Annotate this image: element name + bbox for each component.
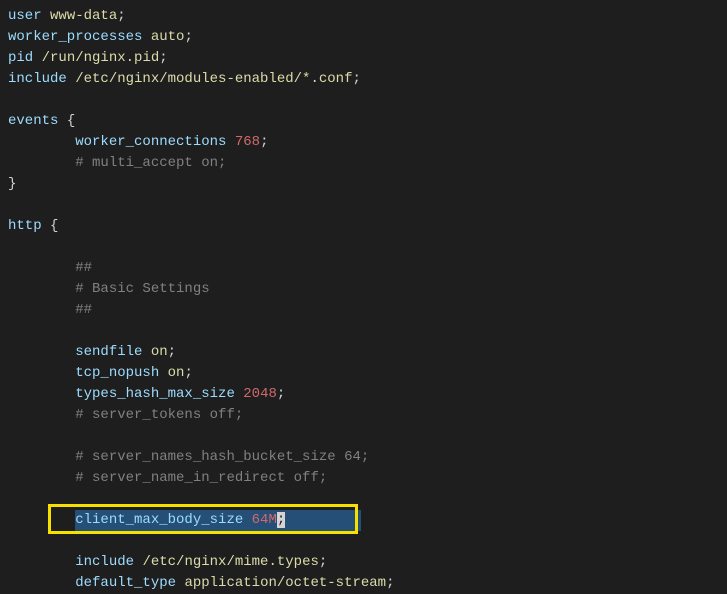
code-editor[interactable]: user www-data;worker_processes auto;pid … [8,6,719,594]
code-line[interactable]: client_max_body_size 64M; [8,510,719,531]
code-line[interactable]: # server_tokens off; [8,405,719,426]
code-line[interactable]: sendfile on; [8,342,719,363]
token-keyword: types_hash_max_size [75,386,235,402]
code-line[interactable] [8,531,719,552]
token-keyword: events [8,113,58,129]
code-line[interactable]: default_type application/octet-stream; [8,573,719,594]
code-line[interactable]: # server_names_hash_bucket_size 64; [8,447,719,468]
code-line[interactable]: types_hash_max_size 2048; [8,384,719,405]
code-line[interactable]: tcp_nopush on; [8,363,719,384]
code-line[interactable]: events { [8,111,719,132]
token-keyword: user [8,8,42,24]
token-brace: { [50,218,58,234]
code-line[interactable]: # server_name_in_redirect off; [8,468,719,489]
code-line[interactable]: include /etc/nginx/modules-enabled/*.con… [8,69,719,90]
token-punct: ; [184,29,192,45]
token-keyword: client_max_body_size [75,512,243,528]
token-number: 768 [235,134,260,150]
token-punct: ; [168,344,176,360]
code-line[interactable]: # multi_accept on; [8,153,719,174]
code-line[interactable] [8,237,719,258]
token-value: on [151,344,168,360]
token-comment: # server_tokens off; [75,407,243,423]
token-keyword: default_type [75,575,176,591]
token-number: 64M [252,512,277,528]
token-punct: ; [117,8,125,24]
token-punct: ; [184,365,192,381]
highlighted-directive[interactable]: client_max_body_size 64M; [75,510,361,531]
code-line[interactable]: worker_processes auto; [8,27,719,48]
token-value: auto [151,29,185,45]
token-punct: ; [159,50,167,66]
token-comment: # Basic Settings [75,281,209,297]
token-comment: ## [75,302,92,318]
token-keyword: http [8,218,42,234]
token-keyword: tcp_nopush [75,365,159,381]
token-comment: ## [75,260,92,276]
token-keyword: worker_processes [8,29,142,45]
token-value: /run/nginx.pid [42,50,160,66]
token-value: on [168,365,185,381]
token-brace: } [8,176,16,192]
token-brace: { [67,113,75,129]
token-value: www-data [50,8,117,24]
code-line[interactable]: } [8,174,719,195]
token-keyword: include [8,71,67,87]
token-punct: ; [277,386,285,402]
token-punct: ; [260,134,268,150]
code-line[interactable]: ## [8,300,719,321]
token-value: application/octet-stream [184,575,386,591]
token-punct: ; [352,71,360,87]
token-number: 2048 [243,386,277,402]
code-line[interactable]: http { [8,216,719,237]
token-punct: ; [319,554,327,570]
code-line[interactable] [8,489,719,510]
token-comment: # multi_accept on; [75,155,226,171]
token-comment: # server_name_in_redirect off; [75,470,327,486]
code-line[interactable] [8,195,719,216]
token-keyword: include [75,554,134,570]
code-line[interactable] [8,321,719,342]
code-line[interactable]: worker_connections 768; [8,132,719,153]
code-line[interactable] [8,90,719,111]
token-punct: ; [386,575,394,591]
token-value: /etc/nginx/mime.types [142,554,318,570]
code-line[interactable]: pid /run/nginx.pid; [8,48,719,69]
token-keyword: pid [8,50,33,66]
token-keyword: worker_connections [75,134,226,150]
code-line[interactable] [8,426,719,447]
code-line[interactable]: include /etc/nginx/mime.types; [8,552,719,573]
code-line[interactable]: # Basic Settings [8,279,719,300]
token-comment: # server_names_hash_bucket_size 64; [75,449,369,465]
code-line[interactable]: user www-data; [8,6,719,27]
token-value: /etc/nginx/modules-enabled/*.conf [75,71,352,87]
token-keyword: sendfile [75,344,142,360]
code-line[interactable]: ## [8,258,719,279]
